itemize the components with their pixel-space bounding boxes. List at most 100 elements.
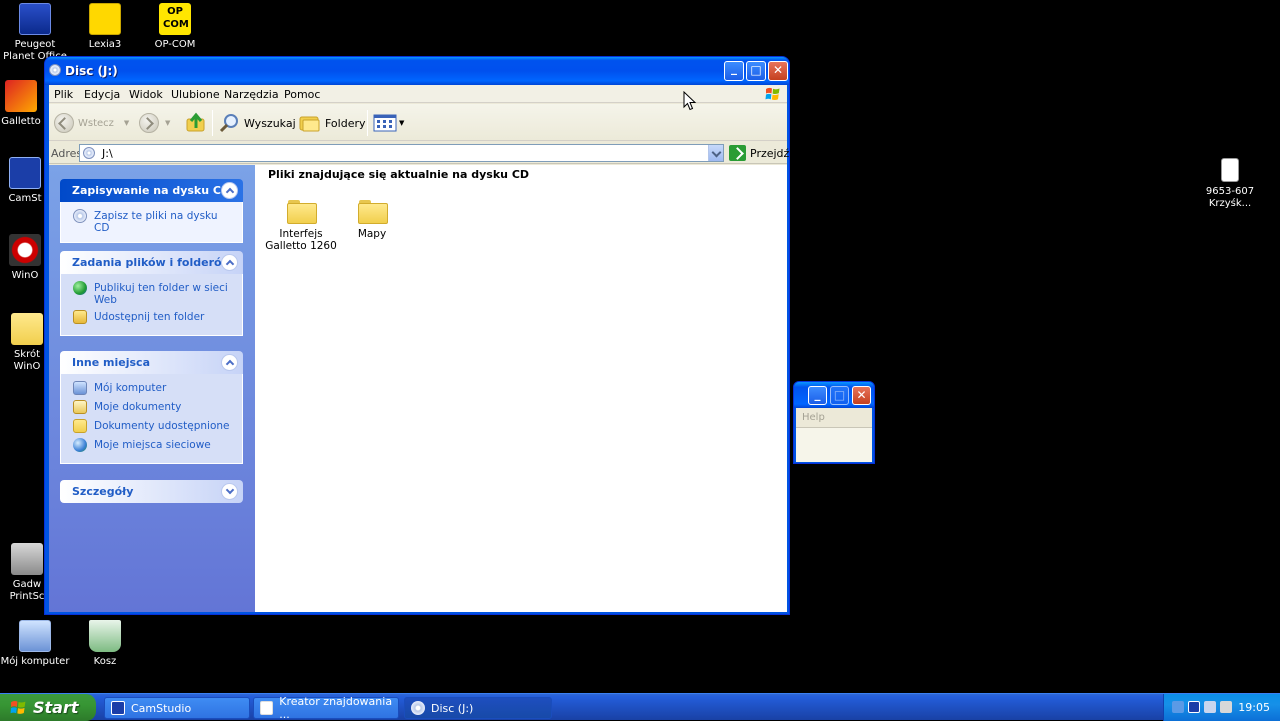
folder-shortcut-icon bbox=[11, 313, 43, 345]
folder-item[interactable]: Interfejs Galletto 1260 bbox=[265, 200, 337, 252]
background-window-body: Help bbox=[796, 408, 872, 462]
desktop-icon-recycle-bin[interactable]: Kosz bbox=[70, 620, 140, 668]
window-body: Plik Edycja Widok Ulubione Narzędzia Pom… bbox=[49, 85, 789, 612]
desktop-icon-opcom[interactable]: OP COM OP-COM bbox=[140, 3, 210, 51]
camstudio-icon bbox=[111, 701, 125, 715]
start-button[interactable]: Start bbox=[0, 694, 96, 721]
address-bar: Adres J:\ Przejdź bbox=[49, 142, 789, 164]
tray-network-icon[interactable] bbox=[1204, 701, 1216, 713]
minimize-button[interactable]: _ bbox=[808, 386, 827, 405]
desktop-icon-my-computer[interactable]: Mój komputer bbox=[0, 620, 70, 668]
menu-narzedzia[interactable]: Narzędzia bbox=[224, 88, 279, 101]
explorer-window[interactable]: Disc (J:) _ □ ✕ Plik Edycja Widok Ulubio… bbox=[44, 56, 790, 615]
menu-edycja[interactable]: Edycja bbox=[84, 88, 120, 101]
panel-title: Inne miejsca bbox=[72, 356, 150, 369]
link-publish-web[interactable]: Publikuj ten folder w sieci Web bbox=[61, 280, 242, 306]
back-button[interactable]: Wstecz ▼ bbox=[54, 111, 129, 135]
taskbar-item-wizard[interactable]: Kreator znajdowania ... bbox=[253, 695, 399, 721]
menu-widok[interactable]: Widok bbox=[129, 88, 163, 101]
windows-logo-icon bbox=[765, 87, 780, 100]
my-computer-icon bbox=[73, 381, 87, 395]
tray-volume-icon[interactable] bbox=[1220, 701, 1232, 713]
panel-details: Szczegóły bbox=[60, 480, 243, 503]
wino-icon bbox=[9, 234, 41, 266]
folders-button[interactable]: Foldery bbox=[298, 111, 366, 135]
menu-ulubione[interactable]: Ulubione bbox=[171, 88, 220, 101]
link-label: Dokumenty udostępnione bbox=[94, 420, 230, 432]
desktop-icon-label: Gadw PrintSc bbox=[9, 579, 45, 602]
go-button[interactable]: Przejdź bbox=[729, 144, 789, 162]
window-titlebar[interactable]: Disc (J:) _ □ ✕ bbox=[45, 57, 789, 85]
panel-cd-writing: Zapisywanie na dysku CD Zapisz te pliki … bbox=[60, 179, 243, 243]
desktop-icon-label: Lexia3 bbox=[88, 39, 122, 50]
folder-label: Mapy bbox=[357, 228, 387, 240]
panel-title: Zapisywanie na dysku CD bbox=[72, 184, 231, 197]
collapse-chevron-icon[interactable] bbox=[221, 354, 238, 371]
camstudio-icon bbox=[9, 157, 41, 189]
cd-drive-icon bbox=[411, 701, 425, 715]
close-button[interactable]: ✕ bbox=[852, 386, 871, 405]
menu-pomoc[interactable]: Pomoc bbox=[284, 88, 320, 101]
taskbar-item-camstudio[interactable]: CamStudio bbox=[104, 697, 250, 719]
link-my-documents[interactable]: Moje dokumenty bbox=[61, 399, 242, 417]
taskbar-item-disc[interactable]: Disc (J:) bbox=[404, 697, 552, 719]
menu-bar: Plik Edycja Widok Ulubione Narzędzia Pom… bbox=[49, 85, 787, 103]
window-icon bbox=[260, 701, 274, 715]
panel-other-places: Inne miejsca Mój komputer Moje dokumenty bbox=[60, 351, 243, 464]
background-window[interactable]: _ □ ✕ Help bbox=[793, 381, 875, 464]
forward-button[interactable]: ▼ bbox=[139, 111, 170, 135]
toolbar-separator bbox=[212, 110, 213, 136]
panel-file-tasks: Zadania plików i folderów Publikuj ten f… bbox=[60, 251, 243, 336]
expand-chevron-icon[interactable] bbox=[221, 483, 238, 500]
collapse-chevron-icon[interactable] bbox=[221, 254, 238, 271]
maximize-button[interactable]: □ bbox=[830, 386, 849, 405]
document-icon bbox=[1221, 158, 1239, 182]
link-my-computer[interactable]: Mój komputer bbox=[61, 380, 242, 398]
maximize-button[interactable]: □ bbox=[746, 61, 766, 81]
go-arrow-icon bbox=[729, 145, 746, 161]
tray-camstudio-icon[interactable] bbox=[1188, 701, 1200, 713]
link-label: Moje dokumenty bbox=[94, 401, 182, 413]
peugeot-icon bbox=[19, 3, 51, 35]
close-button[interactable]: ✕ bbox=[768, 61, 788, 81]
panel-header[interactable]: Inne miejsca bbox=[60, 351, 243, 374]
up-folder-icon bbox=[186, 112, 205, 132]
search-button[interactable]: Wyszukaj bbox=[219, 111, 296, 135]
up-folder-button[interactable] bbox=[185, 111, 207, 135]
desktop-icon-document[interactable]: 9653-607 Krzyśk... bbox=[1195, 158, 1265, 210]
address-input[interactable]: J:\ bbox=[79, 144, 724, 162]
panel-header[interactable]: Zadania plików i folderów bbox=[60, 251, 243, 274]
link-write-to-cd[interactable]: Zapisz te pliki na dysku CD bbox=[61, 208, 242, 234]
lexia3-icon bbox=[89, 3, 121, 35]
forward-arrow-icon bbox=[139, 113, 159, 133]
my-documents-icon bbox=[73, 400, 87, 414]
chevron-down-icon: ▼ bbox=[123, 119, 130, 127]
start-label: Start bbox=[33, 698, 79, 717]
folder-item[interactable]: Mapy bbox=[336, 200, 408, 240]
address-dropdown-button[interactable] bbox=[708, 145, 723, 161]
back-arrow-icon bbox=[54, 113, 74, 133]
background-window-titlebar[interactable]: _ □ ✕ bbox=[794, 382, 874, 408]
views-button[interactable]: ▼ bbox=[373, 111, 404, 135]
desktop-icon-label: Kosz bbox=[93, 656, 117, 667]
desktop-icon-label: Skrót WinO bbox=[13, 349, 41, 372]
link-shared-documents[interactable]: Dokumenty udostępnione bbox=[61, 418, 242, 436]
link-network-places[interactable]: Moje miejsca sieciowe bbox=[61, 437, 242, 455]
minimize-button[interactable]: _ bbox=[724, 61, 744, 81]
menu-plik[interactable]: Plik bbox=[54, 88, 73, 101]
desktop-icon-lexia3[interactable]: Lexia3 bbox=[70, 3, 140, 51]
panel-header[interactable]: Zapisywanie na dysku CD bbox=[60, 179, 243, 202]
cd-drive-icon bbox=[49, 64, 61, 76]
collapse-chevron-icon[interactable] bbox=[221, 182, 238, 199]
panel-header[interactable]: Szczegóły bbox=[60, 480, 243, 503]
panel-body: Mój komputer Moje dokumenty Dokumenty ud… bbox=[60, 374, 243, 464]
panel-body: Zapisz te pliki na dysku CD bbox=[60, 202, 243, 243]
go-button-label: Przejdź bbox=[750, 146, 790, 160]
tray-arrows-icon[interactable] bbox=[1172, 701, 1184, 713]
network-places-icon bbox=[73, 438, 87, 452]
opcom-icon: OP COM bbox=[159, 3, 191, 35]
toolbar: Wstecz ▼ ▼ Wyszukaj Foldery ▼ bbox=[49, 104, 787, 141]
menu-help[interactable]: Help bbox=[802, 412, 825, 423]
link-share-folder[interactable]: Udostępnij ten folder bbox=[61, 309, 242, 327]
desktop-icon-peugeot[interactable]: Peugeot Planet Office bbox=[0, 3, 70, 63]
